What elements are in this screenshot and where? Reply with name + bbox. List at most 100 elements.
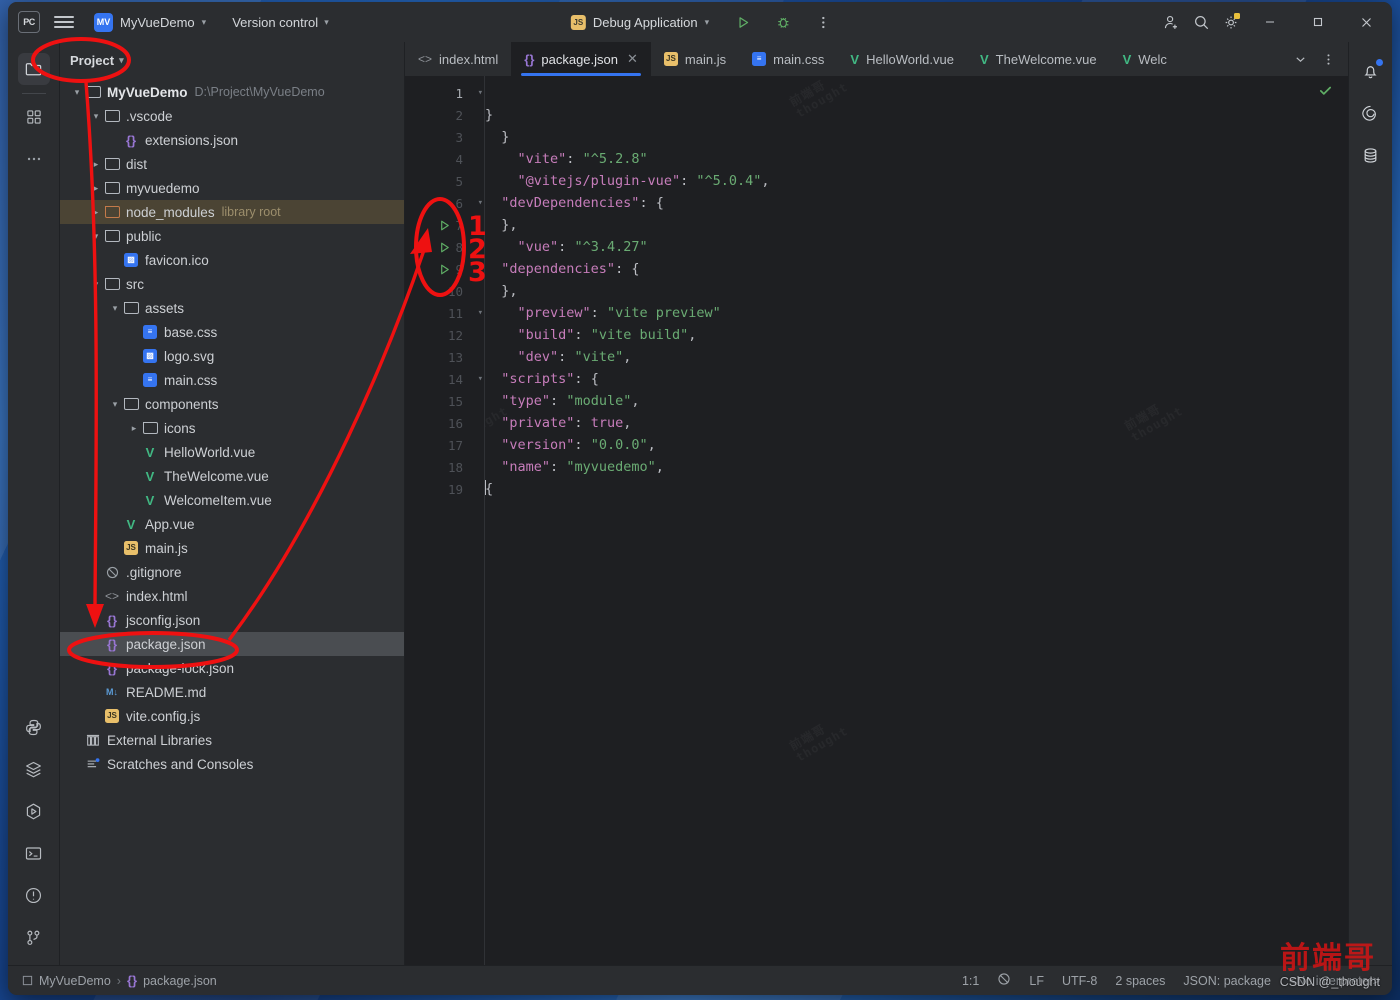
tree-item-jsconfig-json[interactable]: {} jsconfig.json — [60, 608, 404, 632]
tree-expand-arrow-icon[interactable]: ▾ — [89, 231, 103, 242]
file-type[interactable]: JSON: package — [1183, 974, 1271, 988]
search-icon[interactable] — [1188, 9, 1214, 35]
tree-expand-arrow-icon[interactable]: ▸ — [89, 183, 103, 194]
database-icon[interactable] — [1355, 139, 1387, 171]
tree-expand-arrow-icon[interactable]: ▸ — [89, 207, 103, 218]
tree-item-components[interactable]: ▾ components — [60, 392, 404, 416]
reader-mode-icon[interactable] — [997, 972, 1011, 989]
tree-expand-arrow-icon[interactable]: ▾ — [108, 399, 122, 410]
sidebar-item-version-control[interactable] — [18, 921, 50, 953]
caret-position[interactable]: 1:1 — [962, 974, 979, 988]
code-content[interactable]: } } "vite": "^5.2.8" "@vitejs/plugin-vue… — [485, 76, 1348, 965]
sidebar-item-project[interactable] — [17, 53, 50, 85]
tree-item-package-lock-json[interactable]: {} package-lock.json — [60, 656, 404, 680]
tree-item-scratches-and-consoles[interactable]: Scratches and Consoles — [60, 752, 404, 776]
tree-expand-arrow-icon[interactable]: ▾ — [108, 303, 122, 314]
tree-item-vite-config-js[interactable]: JS vite.config.js — [60, 704, 404, 728]
sidebar-item-more[interactable] — [18, 143, 50, 175]
close-tab-icon[interactable]: ✕ — [627, 51, 638, 67]
file-encoding[interactable]: UTF-8 — [1062, 974, 1097, 988]
sidebar-item-problems[interactable] — [18, 879, 50, 911]
indent-setting[interactable]: 2 spaces — [1115, 974, 1165, 988]
inspection-status-icon[interactable] — [1317, 82, 1334, 99]
run-button[interactable] — [730, 9, 756, 35]
tree-item-main-js[interactable]: JS main.js — [60, 536, 404, 560]
code-editor[interactable]: 1 ▾ 2 3 4 5 6 ▾ 7 8 9 10 11 ▾ 12 13 14 ▾ 15 16 17 18 19 } } "v… — [405, 76, 1348, 965]
settings-gear-icon[interactable] — [1218, 9, 1244, 35]
minimize-icon[interactable] — [1248, 2, 1292, 42]
watermark-csdn: CSDN @_thought — [1279, 975, 1380, 989]
account-add-icon[interactable] — [1158, 9, 1184, 35]
editor-tab-thewelcome-vue[interactable]: V TheWelcome.vue — [967, 42, 1110, 76]
ai-assistant-spiral-icon[interactable] — [1355, 97, 1387, 129]
editor-tab-welc[interactable]: V Welc — [1110, 42, 1180, 76]
tree-item-app-vue[interactable]: V App.vue — [60, 512, 404, 536]
sidebar-item-run[interactable] — [18, 795, 50, 827]
tree-item-index-html[interactable]: <> index.html — [60, 584, 404, 608]
sidebar-item-commit[interactable] — [18, 101, 50, 133]
project-tree[interactable]: ▾ MyVueDemo D:\Project\MyVueDemo ▾ .vscode {}… — [60, 78, 404, 965]
tree-item-extensions-json[interactable]: {} extensions.json — [60, 128, 404, 152]
close-icon[interactable] — [1344, 2, 1388, 42]
editor-tab-main-css[interactable]: ≡ main.css — [739, 42, 837, 76]
tab-list-chevron-icon[interactable] — [1287, 46, 1313, 72]
main-menu-icon[interactable] — [54, 12, 74, 32]
tree-item-logo-svg[interactable]: ▨ logo.svg — [60, 344, 404, 368]
tab-more-options-icon[interactable] — [1315, 46, 1341, 72]
fold-toggle-icon[interactable]: ▾ — [478, 308, 483, 318]
sidebar-item-terminal[interactable] — [18, 837, 50, 869]
tree-item-welcomeitem-vue[interactable]: V WelcomeItem.vue — [60, 488, 404, 512]
sidebar-item-python-packages[interactable] — [18, 711, 50, 743]
notifications-bell-icon[interactable] — [1355, 55, 1387, 87]
gutter-run-icon[interactable] — [435, 216, 453, 234]
maximize-icon[interactable] — [1296, 2, 1340, 42]
fold-toggle-icon[interactable]: ▾ — [478, 198, 483, 208]
fold-toggle-icon[interactable]: ▾ — [478, 374, 483, 384]
version-control-widget[interactable]: Version control ▾ — [226, 12, 335, 33]
tree-item-myvuedemo[interactable]: ▾ MyVueDemo D:\Project\MyVueDemo — [60, 80, 404, 104]
editor-tab-package-json[interactable]: {} package.json ✕ — [511, 42, 651, 76]
gutter-line-number: 5 — [455, 173, 463, 189]
project-widget[interactable]: MV MyVueDemo ▾ — [88, 10, 212, 35]
breadcrumb[interactable]: MyVueDemo › {} package.json — [22, 974, 217, 988]
pycharm-logo-icon[interactable]: PC — [18, 11, 40, 33]
gutter-run-icon[interactable] — [435, 238, 453, 256]
tree-item-main-css[interactable]: ≡ main.css — [60, 368, 404, 392]
tree-expand-arrow-icon[interactable]: ▾ — [70, 87, 84, 98]
tree-item-dist[interactable]: ▸ dist — [60, 152, 404, 176]
gutter-run-icon[interactable] — [435, 260, 453, 278]
editor-tab-index-html[interactable]: <> index.html — [405, 42, 511, 76]
run-configuration-selector[interactable]: JS Debug Application ▾ — [564, 12, 716, 33]
tree-item-readme-md[interactable]: M↓ README.md — [60, 680, 404, 704]
tree-item-assets[interactable]: ▾ assets — [60, 296, 404, 320]
tree-expand-arrow-icon[interactable]: ▾ — [89, 279, 103, 290]
line-separator[interactable]: LF — [1029, 974, 1044, 988]
tree-expand-arrow-icon[interactable]: ▾ — [89, 111, 103, 122]
project-panel-header[interactable]: Project ▾ — [60, 42, 404, 78]
debug-button[interactable] — [770, 9, 796, 35]
tree-item-helloworld-vue[interactable]: V HelloWorld.vue — [60, 440, 404, 464]
tree-item-vscode[interactable]: ▾ .vscode — [60, 104, 404, 128]
editor-tab-helloworld-vue[interactable]: V HelloWorld.vue — [837, 42, 967, 76]
tree-item-base-css[interactable]: ≡ base.css — [60, 320, 404, 344]
tree-item-node-modules[interactable]: ▸ node_modules library root — [60, 200, 404, 224]
more-actions-icon[interactable] — [810, 9, 836, 35]
tree-item-icons[interactable]: ▸ icons — [60, 416, 404, 440]
tree-item-src[interactable]: ▾ src — [60, 272, 404, 296]
tree-expand-arrow-icon[interactable]: ▸ — [127, 423, 141, 434]
tree-expand-arrow-icon[interactable]: ▸ — [89, 159, 103, 170]
tree-item-favicon-ico[interactable]: ▨ favicon.ico — [60, 248, 404, 272]
js-file-icon: JS — [105, 709, 119, 723]
tree-item-gitignore[interactable]: .gitignore — [60, 560, 404, 584]
tree-item-external-libraries[interactable]: External Libraries — [60, 728, 404, 752]
tree-item-public[interactable]: ▾ public — [60, 224, 404, 248]
fold-toggle-icon[interactable]: ▾ — [478, 88, 483, 98]
folder-icon — [104, 230, 120, 242]
tree-item-myvuedemo[interactable]: ▸ myvuedemo — [60, 176, 404, 200]
tree-item-package-json[interactable]: {} package.json — [60, 632, 404, 656]
tree-item-thewelcome-vue[interactable]: V TheWelcome.vue — [60, 464, 404, 488]
editor-gutter[interactable]: 1 ▾ 2 3 4 5 6 ▾ 7 8 9 10 11 ▾ 12 13 14 ▾ 15 16 17 18 19 — [405, 76, 483, 965]
external-libraries-icon — [86, 734, 100, 746]
sidebar-item-services[interactable] — [18, 753, 50, 785]
editor-tab-main-js[interactable]: JS main.js — [651, 42, 739, 76]
